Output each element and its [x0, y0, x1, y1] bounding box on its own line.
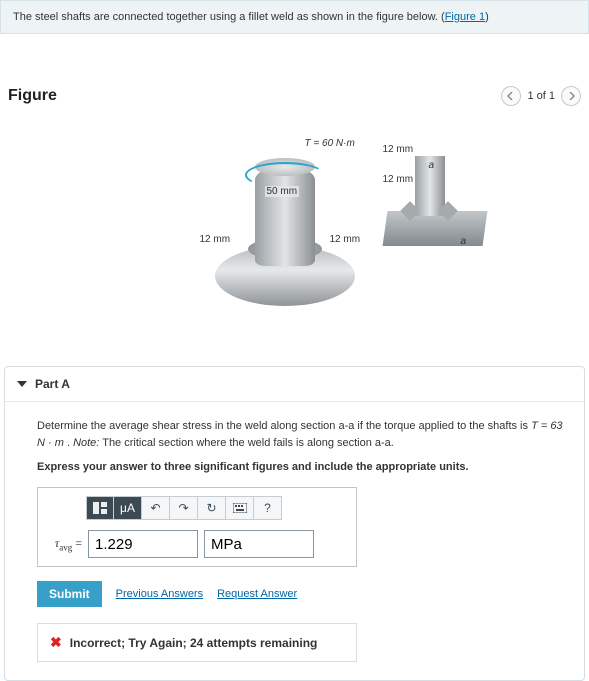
detail-base	[382, 211, 487, 246]
prompt-text: Determine the average shear stress in th…	[37, 420, 531, 432]
template-icon	[93, 502, 107, 514]
part-title: Part A	[35, 377, 70, 391]
answer-toolbar: μA ↶ ↷ ↻ ?	[86, 496, 348, 520]
submit-button[interactable]: Submit	[37, 581, 102, 607]
chevron-right-icon	[567, 92, 575, 100]
label-detail-top: 12 mm	[383, 144, 414, 155]
units-button[interactable]: μA	[114, 496, 142, 520]
template-button[interactable]	[86, 496, 114, 520]
answer-box: μA ↶ ↷ ↻ ? τavg =	[37, 487, 357, 567]
pager-text: 1 of 1	[527, 90, 555, 102]
torque-arrow-icon	[245, 162, 325, 188]
caret-down-icon	[17, 381, 27, 387]
pager-prev-button[interactable]	[501, 86, 521, 106]
figure-link[interactable]: Figure 1	[445, 11, 485, 23]
pager-next-button[interactable]	[561, 86, 581, 106]
previous-answers-link[interactable]: Previous Answers	[116, 588, 203, 600]
intro-text-after: )	[485, 11, 489, 23]
figure-pager: 1 of 1	[501, 86, 581, 106]
question-prompt: Determine the average shear stress in th…	[37, 418, 566, 451]
problem-intro: The steel shafts are connected together …	[0, 0, 589, 34]
help-button[interactable]: ?	[254, 496, 282, 520]
feedback-box: ✖ Incorrect; Try Again; 24 attempts rema…	[37, 623, 357, 662]
note-text: The critical section where the weld fail…	[102, 437, 394, 449]
keyboard-button[interactable]	[226, 496, 254, 520]
variable-label: τavg =	[46, 536, 82, 552]
incorrect-icon: ✖	[50, 634, 62, 651]
label-detail-mid: 12 mm	[383, 174, 414, 185]
note-label: Note:	[73, 437, 99, 449]
figure-diagram: T = 60 N·m 50 mm 12 mm 12 mm 12 mm 12 mm…	[105, 126, 485, 326]
feedback-text: Incorrect; Try Again; 24 attempts remain…	[70, 636, 318, 650]
label-leg-bottom: 12 mm	[330, 234, 361, 245]
figure-section: Figure 1 of 1 T = 60 N·m 50 mm 12 mm 12 …	[0, 74, 589, 326]
reset-button[interactable]: ↻	[198, 496, 226, 520]
unit-input[interactable]	[204, 530, 314, 558]
value-input[interactable]	[88, 530, 198, 558]
intro-text-before: The steel shafts are connected together …	[13, 11, 445, 23]
label-leg-left: 12 mm	[200, 234, 231, 245]
redo-button[interactable]: ↷	[170, 496, 198, 520]
part-a-panel: Part A Determine the average shear stres…	[4, 366, 585, 681]
label-section-a-bottom: a	[461, 236, 467, 247]
chevron-left-icon	[507, 92, 515, 100]
label-section-a-top: a	[429, 160, 435, 171]
keyboard-icon	[233, 503, 247, 513]
undo-button[interactable]: ↶	[142, 496, 170, 520]
label-diameter: 50 mm	[265, 186, 300, 197]
answer-instruction: Express your answer to three significant…	[37, 461, 566, 473]
actions-row: Submit Previous Answers Request Answer	[37, 581, 566, 607]
request-answer-link[interactable]: Request Answer	[217, 588, 297, 600]
part-header[interactable]: Part A	[5, 367, 584, 402]
detail-view	[385, 156, 485, 246]
label-torque: T = 60 N·m	[305, 138, 355, 149]
figure-heading: Figure	[8, 87, 57, 105]
